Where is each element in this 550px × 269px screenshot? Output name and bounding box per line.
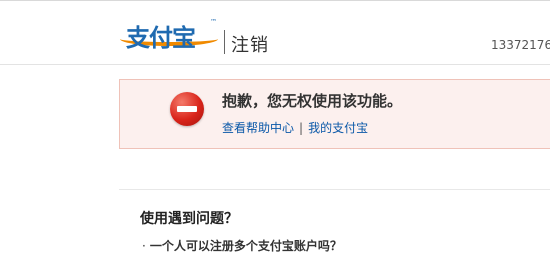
account-id: 13372176 xyxy=(491,38,550,52)
header-divider xyxy=(224,30,225,54)
faq-bullet: · xyxy=(142,239,146,253)
alipay-logo[interactable]: 支付宝 ™ xyxy=(120,14,220,54)
top-bar xyxy=(0,0,550,65)
faq-item[interactable]: · 一个人可以注册多个支付宝账户吗？ xyxy=(142,237,342,254)
faq-title: 使用遇到问题？ xyxy=(140,211,238,227)
logo-text: 支付宝 xyxy=(126,24,196,52)
faq-item-text[interactable]: 一个人可以注册多个支付宝账户吗？ xyxy=(150,239,342,253)
error-message: 抱歉，您无权使用该功能。 xyxy=(222,92,403,110)
logo-trademark: ™ xyxy=(210,18,217,26)
my-alipay-link[interactable]: 我的支付宝 xyxy=(308,121,368,135)
notice-links: 查看帮助中心 | 我的支付宝 xyxy=(222,119,368,136)
error-stop-icon xyxy=(170,92,204,126)
alipay-logo-mark: 支付宝 ™ xyxy=(120,14,220,54)
page-title: 注销 xyxy=(231,35,269,56)
faq-section xyxy=(119,189,550,269)
link-separator: | xyxy=(299,121,304,135)
help-center-link[interactable]: 查看帮助中心 xyxy=(222,121,294,135)
